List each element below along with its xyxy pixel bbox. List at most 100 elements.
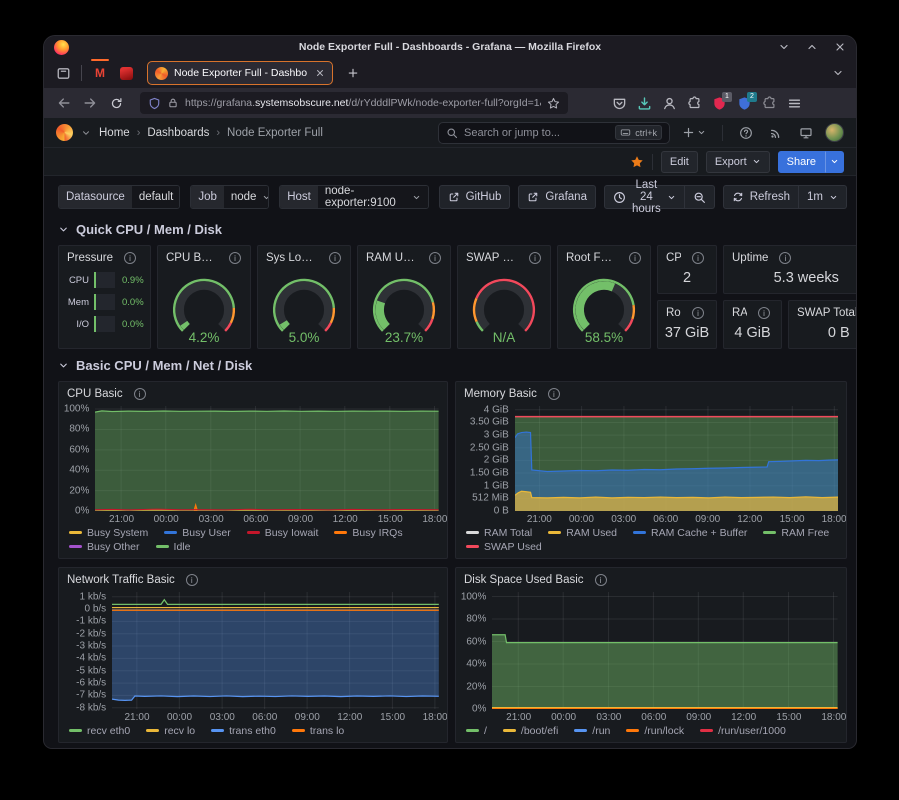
share-button[interactable]: Share [778,151,825,173]
section-basic-cpu-mem-net-disk[interactable]: Basic CPU / Mem / Net / Disk [58,358,847,373]
legend-item[interactable]: / [466,725,487,737]
legend-item[interactable]: RAM Total [466,527,532,539]
legend-item[interactable]: /run [574,725,610,737]
panel-title[interactable]: Disk Space Used Basic [464,574,584,586]
favorite-star-icon[interactable] [630,155,644,169]
firefox-view-button[interactable] [50,62,76,84]
panel-title[interactable]: Network Traffic Basic [67,574,175,586]
back-button[interactable] [52,91,76,115]
panel-title[interactable]: CPU Basic [67,388,123,400]
org-switcher-chevron[interactable] [81,128,91,138]
zoom-out-button[interactable] [685,185,715,209]
kiosk-monitor-button[interactable] [795,126,817,140]
share-menu-chevron[interactable] [825,151,844,173]
breadcrumb-home[interactable]: Home [99,127,130,139]
info-icon[interactable] [529,252,541,264]
plot-area[interactable]: 21:0000:0003:0006:0009:0012:0015:0018:00 [515,406,838,511]
github-link-button[interactable]: GitHub [439,185,511,209]
help-button[interactable] [735,126,757,140]
panel-title[interactable]: SWAP Used [466,252,518,264]
tracking-protection-shield-icon[interactable] [148,97,161,110]
plot-area[interactable]: 21:0000:0003:0006:0009:0012:0015:0018:00 [492,592,838,709]
extension-shield-blue[interactable]: 2 [737,96,752,111]
info-icon[interactable] [692,252,704,264]
datasource-select[interactable]: Datasource default [58,185,180,209]
news-rss-button[interactable] [765,126,787,140]
panel-title[interactable]: Memory Basic [464,388,537,400]
info-icon[interactable] [429,252,441,264]
export-button[interactable]: Export [706,151,770,173]
reload-button[interactable] [104,91,128,115]
time-range-picker[interactable]: Last 24 hours [604,185,685,209]
legend-item[interactable]: Busy IRQs [334,527,402,539]
legend-item[interactable]: Busy User [164,527,230,539]
downloads-icon[interactable] [637,96,652,111]
panel-title[interactable]: RootFS Total [666,307,681,319]
extensions-puzzle-icon[interactable] [687,96,702,111]
url-bar[interactable]: https://grafana.systemsobscure.net/d/rYd… [140,92,568,114]
info-icon[interactable] [186,574,198,586]
legend-item[interactable]: /boot/efi [503,725,558,737]
legend-item[interactable]: recv lo [146,725,195,737]
new-tab-button[interactable] [341,61,365,85]
refresh-button[interactable]: Refresh [723,185,799,209]
info-icon[interactable] [329,252,341,264]
plot-area[interactable]: 21:0000:0003:0006:0009:0012:0015:0018:00 [112,592,439,709]
list-all-tabs-button[interactable] [826,67,850,79]
info-icon[interactable] [229,252,241,264]
panel-title[interactable]: Pressure [67,252,113,264]
window-minimize-button[interactable] [778,41,790,53]
legend-item[interactable]: RAM Cache + Buffer [633,527,747,539]
info-icon[interactable] [779,252,791,264]
extension-misc-icon[interactable] [762,96,777,111]
panel-title[interactable]: RAM Used [366,252,418,264]
tab-close-icon[interactable] [315,68,325,78]
panel-title[interactable]: Sys Load (5m avg) [266,252,318,264]
job-select[interactable]: Job node [190,185,269,209]
account-icon[interactable] [662,96,677,111]
legend-item[interactable]: trans eth0 [211,725,276,737]
refresh-interval-select[interactable]: 1m [799,185,847,209]
info-icon[interactable] [595,574,607,586]
info-icon[interactable] [692,307,704,319]
panel-title[interactable]: CPU Cores [666,252,681,264]
lock-icon[interactable] [167,97,179,109]
search-input[interactable]: Search or jump to... ctrl+k [438,122,670,144]
legend-item[interactable]: recv eth0 [69,725,130,737]
plot-area[interactable]: 21:0000:0003:0006:0009:0012:0015:0018:00 [95,406,439,511]
url-text[interactable]: https://grafana.systemsobscure.net/d/rYd… [185,97,541,109]
legend-item[interactable]: RAM Used [548,527,617,539]
legend-item[interactable]: Busy Iowait [247,527,319,539]
panel-title[interactable]: SWAP Total [797,307,856,319]
legend-item[interactable]: Busy Other [69,541,140,553]
pocket-icon[interactable] [612,96,627,111]
extension-shield-red[interactable]: 1 [712,96,727,111]
user-avatar[interactable] [825,123,844,142]
legend-item[interactable]: Idle [156,541,191,553]
forward-button[interactable] [78,91,102,115]
pinned-tab-app[interactable] [113,61,139,85]
bookmark-star-icon[interactable] [547,97,560,110]
legend-item[interactable]: RAM Free [763,527,829,539]
legend-item[interactable]: Busy System [69,527,148,539]
breadcrumb-dashboards[interactable]: Dashboards [147,127,209,139]
grafana-logo-icon[interactable] [56,124,73,141]
legend-item[interactable]: /run/user/1000 [700,725,786,737]
legend-item[interactable]: trans lo [292,725,344,737]
info-icon[interactable] [629,252,641,264]
active-tab[interactable]: Node Exporter Full - Dashbo [147,61,333,85]
info-icon[interactable] [124,252,136,264]
panel-title[interactable]: CPU Busy [166,252,218,264]
info-icon[interactable] [548,388,560,400]
panel-title[interactable]: Uptime [732,252,768,264]
edit-button[interactable]: Edit [661,151,698,173]
pinned-tab-gmail[interactable] [87,61,113,85]
window-close-button[interactable] [834,41,846,53]
legend-item[interactable]: /run/lock [626,725,684,737]
section-quick-cpu-mem-disk[interactable]: Quick CPU / Mem / Disk [58,222,847,237]
window-maximize-button[interactable] [806,41,818,53]
panel-title[interactable]: Root FS Used [566,252,618,264]
legend-item[interactable]: SWAP Used [466,541,542,553]
new-menu-button[interactable] [678,126,710,139]
panel-title[interactable]: RAM Total [732,307,747,319]
